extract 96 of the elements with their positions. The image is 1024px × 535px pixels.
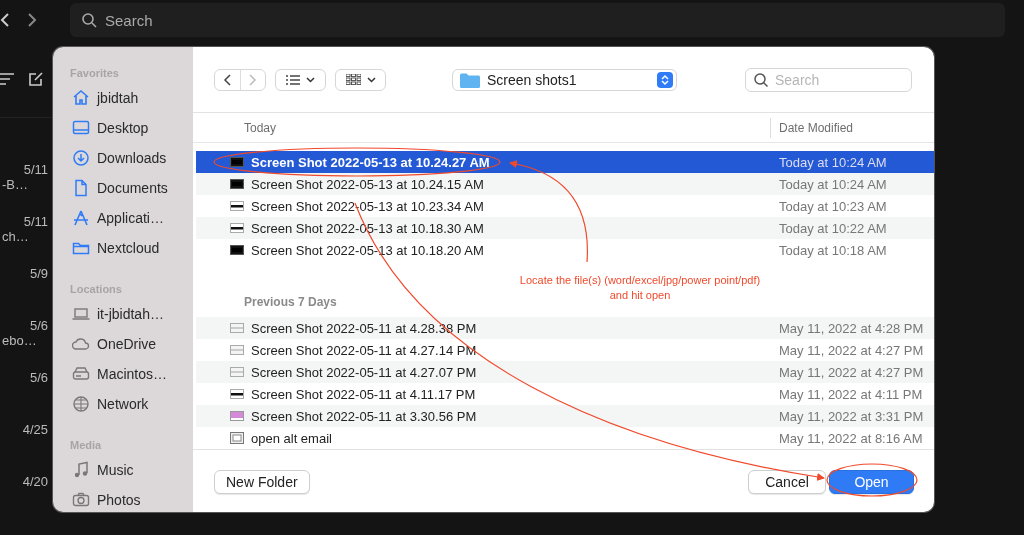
list-view-button[interactable] xyxy=(275,68,326,91)
search-icon xyxy=(754,72,768,87)
thumbnail-icon xyxy=(230,432,244,444)
globe-icon xyxy=(72,395,90,413)
file-row[interactable]: Screen Shot 2022-05-13 at 10.24.15 AM Today at 10:24 AM xyxy=(196,173,934,195)
file-name: Screen Shot 2022-05-11 at 4.27.07 PM xyxy=(250,364,478,380)
file-row[interactable]: open alt email May 11, 2022 at 8:16 AM xyxy=(196,427,934,449)
column-header[interactable]: Date Modified xyxy=(770,117,934,138)
message-date: 5/6 xyxy=(29,370,49,385)
group-header: Previous 7 Days xyxy=(244,294,337,311)
file-date: Today at 10:23 AM xyxy=(779,198,888,214)
filter-icon[interactable] xyxy=(0,72,14,85)
message-snippet: -B… xyxy=(1,177,29,192)
music-note-icon xyxy=(72,461,90,479)
file-row[interactable]: Screen Shot 2022-05-11 at 4.27.07 PM May 11, 2022 at 4:27 PM xyxy=(196,361,934,383)
sidebar-item[interactable]: Applicati… xyxy=(72,203,193,233)
sidebar-item[interactable]: it-jbidtah… xyxy=(72,299,193,329)
grid-view-button[interactable] xyxy=(335,68,386,91)
search-placeholder: Search xyxy=(105,11,153,29)
file-row[interactable]: Screen Shot 2022-05-11 at 3.30.56 PM May 11, 2022 at 3:31 PM xyxy=(196,405,934,427)
file-name: Screen Shot 2022-05-11 at 4.11.17 PM xyxy=(250,386,477,402)
search-placeholder: Search xyxy=(775,71,820,88)
message-date: 4/25 xyxy=(22,422,49,437)
compose-icon[interactable] xyxy=(28,70,44,87)
list-icon xyxy=(286,74,300,85)
annotation-note: Locate the file(s) (word/excel/jpg/power point/pdf) and hit open xyxy=(518,273,762,303)
file-date: Today at 10:18 AM xyxy=(779,242,888,258)
message-date: 5/9 xyxy=(29,266,49,281)
open-button[interactable]: Open xyxy=(829,470,914,494)
new-folder-button[interactable]: New Folder xyxy=(214,470,310,494)
sidebar-item[interactable]: Macintos… xyxy=(72,359,193,389)
thumbnail-icon xyxy=(230,322,244,334)
group-header: Today xyxy=(243,120,278,135)
message-snippet: ch… xyxy=(1,229,30,244)
cloud-icon xyxy=(72,335,90,353)
sidebar-item[interactable]: Downloads xyxy=(72,143,193,173)
sidebar-item[interactable]: Documents xyxy=(72,173,193,203)
file-date: Today at 10:24 AM xyxy=(779,176,888,192)
file-date: May 11, 2022 at 4:27 PM xyxy=(779,364,925,380)
chevron-icon xyxy=(366,76,376,83)
folder-icon xyxy=(460,71,480,88)
search-icon xyxy=(82,12,97,28)
thumbnail-icon xyxy=(230,178,244,190)
file-row[interactable]: Screen Shot 2022-05-11 at 4.27.14 PM May 11, 2022 at 4:27 PM xyxy=(196,339,934,361)
sidebar-item[interactable]: Photos xyxy=(72,485,193,512)
house-icon xyxy=(72,89,90,107)
forward-icon[interactable] xyxy=(27,12,37,28)
search-field[interactable]: Search xyxy=(70,3,1005,37)
file-date: May 11, 2022 at 4:11 PM xyxy=(779,386,924,402)
file-row[interactable]: Screen Shot 2022-05-11 at 4.11.17 PM May 11, 2022 at 4:11 PM xyxy=(196,383,934,405)
sidebar-item[interactable]: jbidtah xyxy=(72,83,193,113)
desktop-icon xyxy=(72,119,90,137)
thumbnail-icon xyxy=(230,366,244,378)
file-date: Today at 10:22 AM xyxy=(779,220,888,236)
sidebar-item[interactable]: Nextcloud xyxy=(72,233,193,263)
cancel-button[interactable]: Cancel xyxy=(748,470,826,494)
file-date: May 11, 2022 at 3:31 PM xyxy=(779,408,925,424)
thumbnail-icon xyxy=(230,344,244,356)
back-icon xyxy=(223,73,232,86)
file-name: Screen Shot 2022-05-11 at 3.30.56 PM xyxy=(250,408,478,424)
document-icon xyxy=(72,179,90,197)
file-date: May 11, 2022 at 8:16 AM xyxy=(779,430,924,446)
stepper-icon xyxy=(657,71,673,88)
sidebar-item[interactable]: OneDrive xyxy=(72,329,193,359)
thumbnail-icon xyxy=(230,222,244,234)
message-date: 5/6 xyxy=(29,318,49,333)
message-snippet: ebo… xyxy=(1,333,38,348)
message-date: 4/20 xyxy=(22,474,49,489)
file-name: Screen Shot 2022-05-13 at 10.24.15 AM xyxy=(250,176,485,192)
laptop-icon xyxy=(72,305,90,323)
sidebar-item[interactable]: Music xyxy=(72,455,193,485)
file-row[interactable]: Screen Shot 2022-05-13 at 10.24.27 AM Today at 10:24 AM xyxy=(196,151,934,173)
camera-icon xyxy=(72,491,90,509)
file-name: Screen Shot 2022-05-13 at 10.24.27 AM xyxy=(250,154,491,170)
forward-icon xyxy=(248,73,257,86)
thumbnail-icon xyxy=(230,200,244,212)
disk-icon xyxy=(72,365,90,383)
sidebar-item[interactable]: Desktop xyxy=(72,113,193,143)
apps-icon xyxy=(72,209,90,227)
thumbnail-icon xyxy=(230,410,244,422)
back-icon[interactable] xyxy=(0,12,10,28)
file-date: Today at 10:24 AM xyxy=(779,154,888,170)
thumbnail-icon xyxy=(230,388,244,400)
grid-icon xyxy=(345,74,361,85)
chevron-icon xyxy=(306,76,315,83)
thumbnail-icon xyxy=(230,244,244,256)
message-date: 5/11 xyxy=(23,162,49,177)
file-date: May 11, 2022 at 4:27 PM xyxy=(779,342,925,358)
sidebar-item[interactable]: Network xyxy=(72,389,193,419)
folder-popup[interactable]: Screen shots1 xyxy=(452,68,677,91)
file-name: Screen Shot 2022-05-11 at 4.27.14 PM xyxy=(250,342,478,358)
download-icon xyxy=(72,149,90,167)
file-name: open alt email xyxy=(250,430,333,446)
thumbnail-icon xyxy=(230,156,244,168)
message-date: 5/11 xyxy=(23,214,49,229)
file-date: May 11, 2022 at 4:28 PM xyxy=(779,320,925,336)
